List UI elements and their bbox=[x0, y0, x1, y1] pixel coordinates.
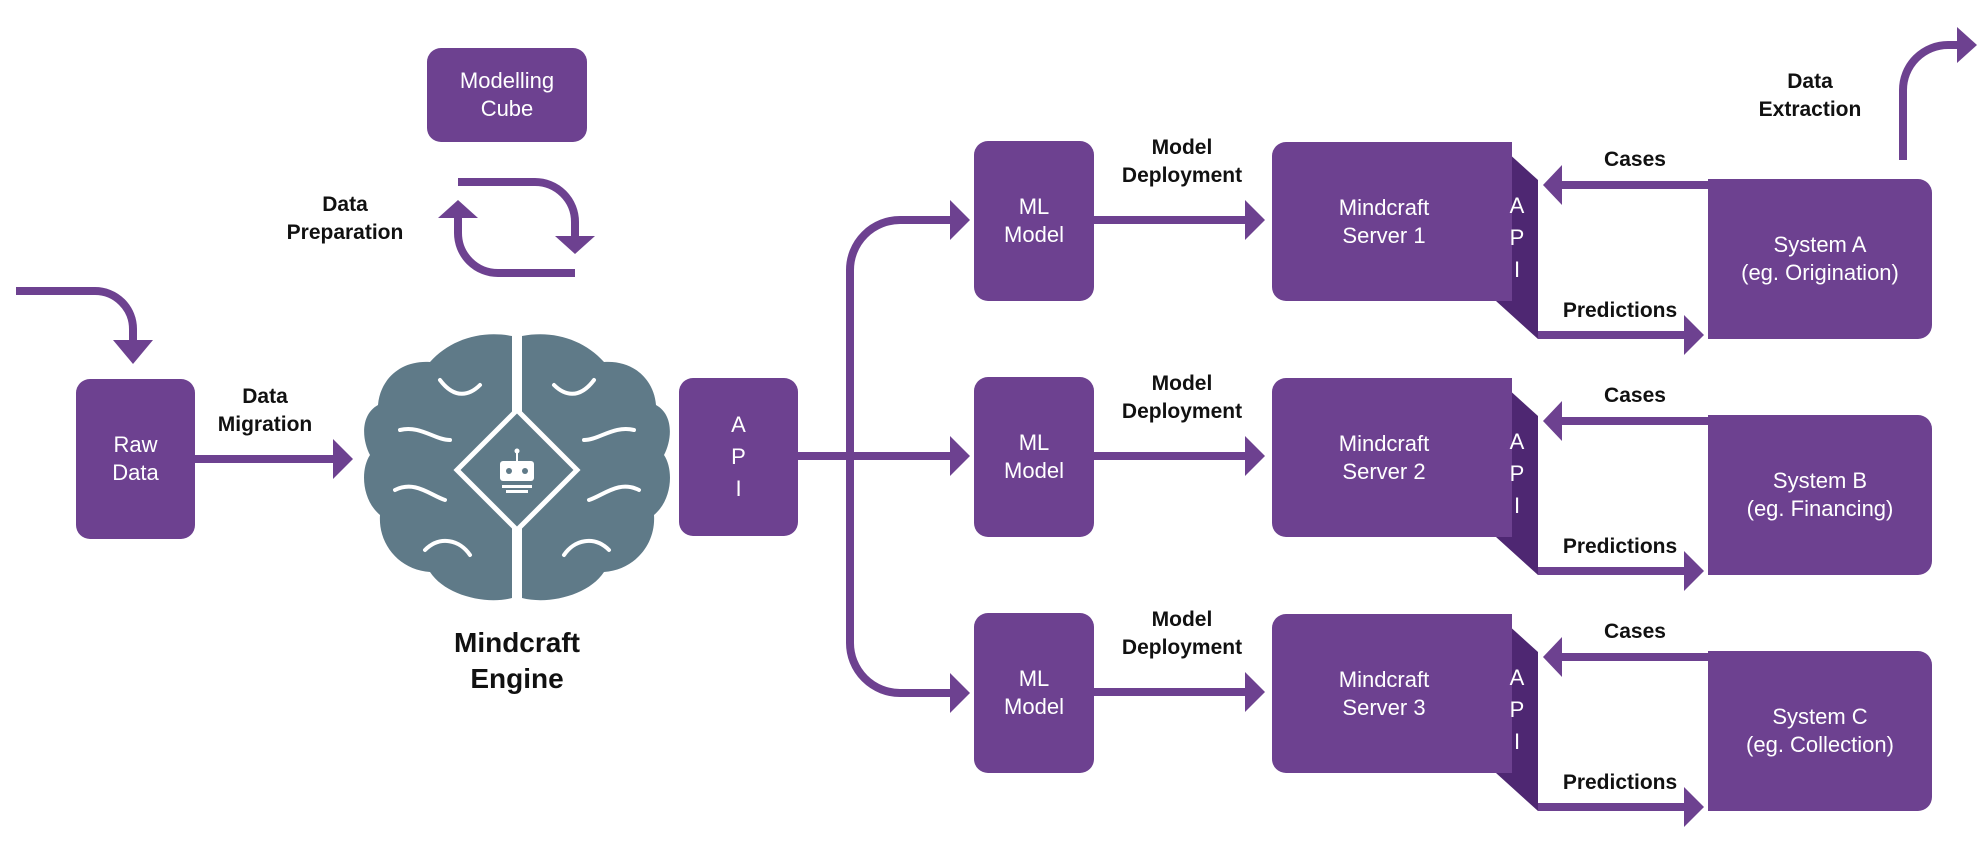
ml-model-box[interactable]: ML Model bbox=[974, 141, 1094, 301]
data-preparation-label: Data Preparation bbox=[286, 193, 404, 244]
predictions-label: Predictions bbox=[1562, 299, 1678, 322]
arrowhead bbox=[950, 673, 970, 713]
arrowhead bbox=[438, 200, 478, 218]
arrowhead bbox=[1543, 165, 1562, 205]
mindcraft-server-box[interactable]: Mindcraft Server 2 bbox=[1272, 378, 1512, 537]
arrow-api-bottom bbox=[846, 456, 950, 697]
system-box[interactable]: System B (eg. Financing) bbox=[1708, 415, 1932, 575]
data-migration-label: Data Migration bbox=[217, 385, 313, 436]
arrowhead bbox=[113, 340, 153, 364]
ml-model-box[interactable]: ML Model bbox=[974, 377, 1094, 537]
system-label: System A (eg. Origination) bbox=[1741, 232, 1899, 285]
engine-title: Mindcraft Engine bbox=[454, 627, 580, 694]
ml-model-label: ML Model bbox=[1004, 430, 1064, 483]
arrowhead bbox=[1543, 637, 1562, 677]
arrowhead bbox=[555, 236, 595, 254]
system-label: System C (eg. Collection) bbox=[1746, 704, 1894, 757]
arrowhead bbox=[1543, 401, 1562, 441]
data-extraction-label: Data Extraction bbox=[1758, 70, 1862, 121]
arrowhead bbox=[1245, 436, 1265, 476]
arrow-data-extraction bbox=[1899, 41, 1957, 160]
mindcraft-server-box[interactable]: Mindcraft Server 1 bbox=[1272, 142, 1512, 301]
modelling-cube-label: Modelling Cube bbox=[459, 68, 555, 121]
arrowhead bbox=[950, 436, 970, 476]
arrow-prep-back bbox=[454, 218, 575, 277]
mindcraft-server-box[interactable]: Mindcraft Server 3 bbox=[1272, 614, 1512, 773]
server-api-label: A P I bbox=[1509, 429, 1525, 518]
predictions-label: Predictions bbox=[1562, 771, 1678, 794]
arrow-incoming-raw bbox=[16, 287, 137, 340]
model-deployment-label: Model Deployment bbox=[1121, 136, 1243, 187]
server-api-label: A P I bbox=[1509, 193, 1525, 282]
cases-label: Cases bbox=[1604, 620, 1666, 643]
ml-model-label: ML Model bbox=[1004, 666, 1064, 719]
system-box[interactable]: System A (eg. Origination) bbox=[1708, 179, 1932, 339]
arrowhead bbox=[1245, 200, 1265, 240]
arrow-api-top bbox=[846, 216, 950, 456]
mindcraft-server-label: Mindcraft Server 1 bbox=[1338, 194, 1430, 248]
system-label: System B (eg. Financing) bbox=[1746, 468, 1894, 521]
predictions-label: Predictions bbox=[1562, 535, 1678, 558]
brain-icon bbox=[364, 334, 670, 601]
model-deployment-label: Model Deployment bbox=[1121, 608, 1243, 659]
mindcraft-server-label: Mindcraft Server 2 bbox=[1338, 430, 1430, 484]
arrow-prep-forward bbox=[458, 178, 579, 236]
mindcraft-server-label: Mindcraft Server 3 bbox=[1338, 666, 1430, 720]
cases-label: Cases bbox=[1604, 384, 1666, 407]
engine-api-label: A P I bbox=[731, 412, 746, 501]
arrowhead bbox=[333, 439, 353, 479]
arrowhead bbox=[1245, 672, 1265, 712]
raw-data-box[interactable]: Raw Data bbox=[76, 379, 195, 539]
ml-model-box[interactable]: ML Model bbox=[974, 613, 1094, 773]
ml-model-label: ML Model bbox=[1004, 194, 1064, 247]
cases-label: Cases bbox=[1604, 148, 1666, 171]
raw-data-label: Raw Data bbox=[112, 432, 159, 485]
arrowhead bbox=[1957, 27, 1977, 63]
modelling-cube-box[interactable]: Modelling Cube bbox=[427, 48, 587, 142]
engine-api-box[interactable]: A P I bbox=[679, 378, 798, 536]
system-box[interactable]: System C (eg. Collection) bbox=[1708, 651, 1932, 811]
server-api-label: A P I bbox=[1509, 665, 1525, 754]
model-deployment-label: Model Deployment bbox=[1121, 372, 1243, 423]
arrowhead bbox=[950, 200, 970, 240]
